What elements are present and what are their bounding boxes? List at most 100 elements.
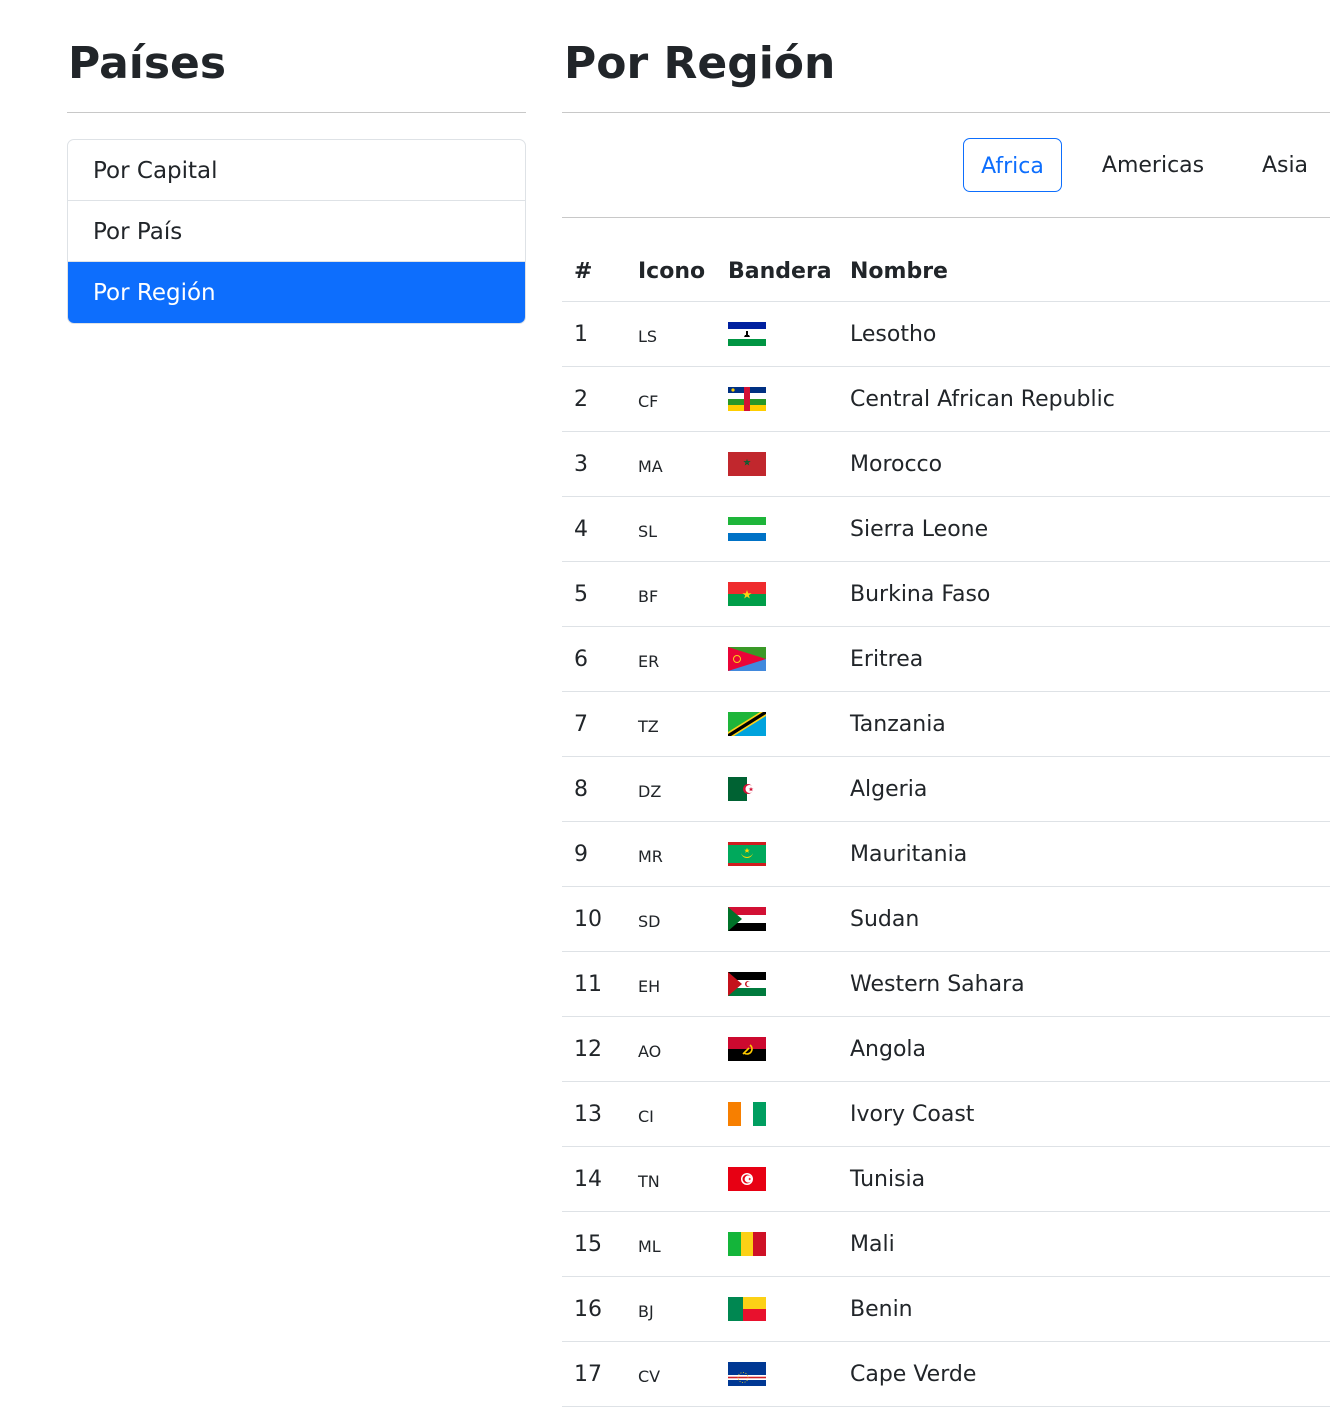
flag-bj-icon — [728, 1297, 766, 1321]
table-row: 16 BJ Benin — [562, 1276, 1330, 1342]
country-name: Angola — [850, 1016, 1330, 1082]
table-row: 14 TN Tunisia — [562, 1146, 1330, 1212]
country-name: Lesotho — [850, 301, 1330, 367]
flag-cell — [728, 366, 850, 432]
country-name: Tanzania — [850, 691, 1330, 757]
flag-sl-icon — [728, 517, 766, 541]
country-code: TN — [638, 1146, 728, 1212]
country-code: BF — [638, 561, 728, 627]
country-name: Central African Republic — [850, 366, 1330, 432]
country-name: Western Sahara — [850, 951, 1330, 1017]
row-number: 10 — [562, 886, 638, 952]
row-number: 14 — [562, 1146, 638, 1212]
country-code: CI — [638, 1081, 728, 1147]
country-code: LS — [638, 301, 728, 367]
flag-ma-icon — [728, 452, 766, 476]
flag-cell — [728, 951, 850, 1017]
flag-ml-icon — [728, 1232, 766, 1256]
row-number: 6 — [562, 626, 638, 692]
flag-tz-icon — [728, 712, 766, 736]
country-code: SD — [638, 886, 728, 952]
country-code: BJ — [638, 1276, 728, 1342]
country-name: Cape Verde — [850, 1341, 1330, 1407]
country-code: ER — [638, 626, 728, 692]
row-number: 11 — [562, 951, 638, 1017]
flag-cf-icon — [728, 387, 766, 411]
table-row: 4 SL Sierra Leone — [562, 496, 1330, 562]
row-number: 9 — [562, 821, 638, 887]
sidebar: Países Por Capital Por País Por Región — [67, 0, 526, 324]
country-code: MA — [638, 431, 728, 497]
tab-americas[interactable]: Americas — [1090, 138, 1216, 192]
country-name: Tunisia — [850, 1146, 1330, 1212]
flag-dz-icon — [728, 777, 766, 801]
table-row: 11 EH Western Sahara — [562, 951, 1330, 1017]
tab-africa[interactable]: Africa — [963, 138, 1062, 192]
table-row: 9 MR Mauritania — [562, 821, 1330, 887]
header-number: # — [562, 241, 638, 302]
flag-cv-icon — [728, 1362, 766, 1386]
country-code: CF — [638, 366, 728, 432]
country-name: Eritrea — [850, 626, 1330, 692]
row-number: 5 — [562, 561, 638, 627]
country-name: Morocco — [850, 431, 1330, 497]
menu-item-por-capital[interactable]: Por Capital — [68, 140, 525, 201]
main-content: Por Región Africa Americas Asia # Icono … — [562, 0, 1330, 1407]
flag-cell — [728, 431, 850, 497]
region-tabs: Africa Americas Asia — [562, 113, 1330, 218]
row-number: 15 — [562, 1211, 638, 1277]
table-row: 5 BF Burkina Faso — [562, 561, 1330, 627]
table-row: 6 ER Eritrea — [562, 626, 1330, 692]
country-name: Burkina Faso — [850, 561, 1330, 627]
country-code: ML — [638, 1211, 728, 1277]
countries-table: # Icono Bandera Nombre 1 LS Lesotho 2 CF Cent… — [562, 241, 1330, 1407]
row-number: 2 — [562, 366, 638, 432]
country-name: Sudan — [850, 886, 1330, 952]
table-row: 10 SD Sudan — [562, 886, 1330, 952]
menu-item-por-region[interactable]: Por Región — [68, 262, 525, 323]
row-number: 12 — [562, 1016, 638, 1082]
menu-item-por-pais[interactable]: Por País — [68, 201, 525, 262]
table-row: 8 DZ Algeria — [562, 756, 1330, 822]
table-row: 15 ML Mali — [562, 1211, 1330, 1277]
flag-ls-icon — [728, 322, 766, 346]
table-row: 13 CI Ivory Coast — [562, 1081, 1330, 1147]
sidebar-title: Países — [67, 0, 526, 113]
country-name: Ivory Coast — [850, 1081, 1330, 1147]
country-code: AO — [638, 1016, 728, 1082]
flag-cell — [728, 1276, 850, 1342]
table-row: 3 MA Morocco — [562, 431, 1330, 497]
flag-cell — [728, 1211, 850, 1277]
table-row: 17 CV Cape Verde — [562, 1341, 1330, 1407]
table-row: 1 LS Lesotho — [562, 301, 1330, 367]
row-number: 13 — [562, 1081, 638, 1147]
flag-ao-icon — [728, 1037, 766, 1061]
row-number: 1 — [562, 301, 638, 367]
table-row: 7 TZ Tanzania — [562, 691, 1330, 757]
tab-asia[interactable]: Asia — [1252, 138, 1318, 192]
country-code: CV — [638, 1341, 728, 1407]
country-code: MR — [638, 821, 728, 887]
row-number: 3 — [562, 431, 638, 497]
country-code: SL — [638, 496, 728, 562]
flag-cell — [728, 561, 850, 627]
flag-sd-icon — [728, 907, 766, 931]
page-title: Por Región — [562, 0, 1330, 113]
table-row: 2 CF Central African Republic — [562, 366, 1330, 432]
row-number: 4 — [562, 496, 638, 562]
header-bandera: Bandera — [728, 241, 850, 302]
row-number: 8 — [562, 756, 638, 822]
flag-bf-icon — [728, 582, 766, 606]
country-code: EH — [638, 951, 728, 1017]
table-row: 12 AO Angola — [562, 1016, 1330, 1082]
flag-er-icon — [728, 647, 766, 671]
flag-mr-icon — [728, 842, 766, 866]
sidebar-menu: Por Capital Por País Por Región — [67, 139, 526, 324]
flag-cell — [728, 691, 850, 757]
flag-cell — [728, 1016, 850, 1082]
table-header-row: # Icono Bandera Nombre — [562, 241, 1330, 302]
flag-tn-icon — [728, 1167, 766, 1191]
flag-cell — [728, 496, 850, 562]
country-name: Mali — [850, 1211, 1330, 1277]
flag-cell — [728, 301, 850, 367]
